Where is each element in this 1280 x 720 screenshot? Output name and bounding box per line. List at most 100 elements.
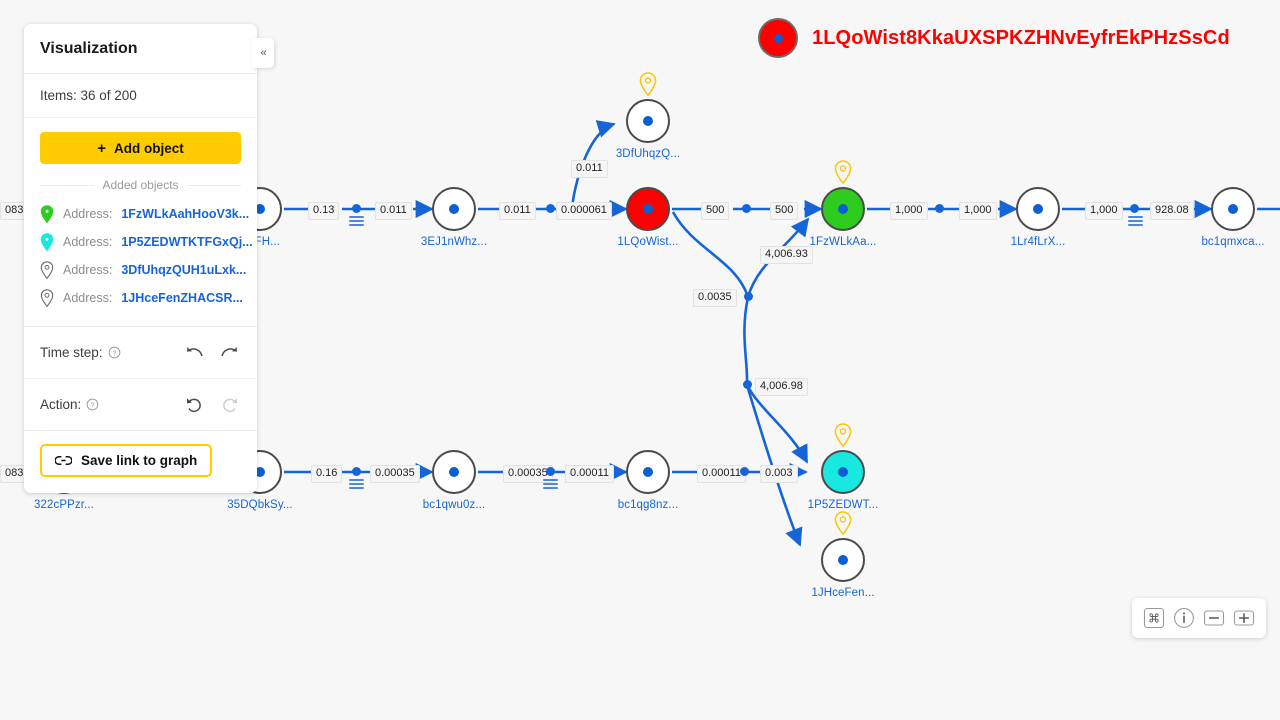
time-step-back-button[interactable]: [183, 342, 209, 364]
added-address-row[interactable]: Address: 3DfUhqzQUH1uLxk...: [40, 256, 246, 284]
edge-value-label[interactable]: 1,000: [890, 202, 928, 220]
node-map-pin-icon[interactable]: [834, 511, 852, 536]
edge-value-label[interactable]: 0.003: [760, 465, 798, 483]
address-label: Address:: [63, 263, 113, 277]
graph-node-label[interactable]: 1Lr4fLrX...: [963, 236, 1113, 248]
zoom-in-icon[interactable]: [1232, 606, 1256, 630]
graph-node[interactable]: [432, 187, 476, 231]
added-address-list: Address: 1FzWLkAahHooV3k... Address: 1P5ZED…: [24, 198, 257, 326]
multi-transaction-icon[interactable]: [349, 216, 364, 227]
edge-value-label[interactable]: 0.13: [308, 202, 340, 220]
edge-value-label[interactable]: 0.00011: [697, 465, 746, 483]
added-address-row[interactable]: Address: 1JHceFenZHACSR...: [40, 284, 243, 312]
zoom-out-icon[interactable]: [1202, 606, 1226, 630]
graph-node[interactable]: [626, 99, 670, 143]
edge-midpoint-dot[interactable]: [546, 467, 555, 476]
graph-node[interactable]: [626, 187, 670, 231]
edge-value-label[interactable]: 928.08: [1150, 202, 1194, 220]
graph-node-label[interactable]: bc1qg8nz...: [573, 499, 723, 511]
graph-node-label[interactable]: 3EJ1nWhz...: [379, 236, 529, 248]
edge-value-label[interactable]: 1,000: [1085, 202, 1123, 220]
add-object-label: Add object: [114, 140, 184, 156]
panel-items-count-row: Items: 36 of 200: [24, 74, 257, 118]
edge-value-label[interactable]: 0.011: [499, 202, 536, 220]
visualization-panel: Visualization Items: 36 of 200 + Add obj…: [24, 24, 257, 493]
help-icon[interactable]: ?: [86, 398, 99, 411]
graph-node[interactable]: [1211, 187, 1255, 231]
address-value-link[interactable]: 1P5ZEDWTKTFGxQj...: [121, 235, 252, 249]
edge-midpoint-dot[interactable]: [743, 380, 752, 389]
graph-node-label[interactable]: bc1qmxca...: [1158, 236, 1280, 248]
edge-midpoint-dot[interactable]: [935, 204, 944, 213]
node-map-pin-icon[interactable]: [639, 72, 657, 97]
edge-value-label[interactable]: 4,006.98: [755, 378, 808, 396]
redo-button[interactable]: [215, 394, 241, 416]
edge-value-label[interactable]: 1,000: [959, 202, 997, 220]
info-icon[interactable]: [1172, 606, 1196, 630]
graph-node[interactable]: [432, 450, 476, 494]
add-object-button[interactable]: + Add object: [40, 132, 241, 164]
graph-node[interactable]: [626, 450, 670, 494]
node-map-pin-icon[interactable]: [834, 423, 852, 448]
command-icon[interactable]: ⌘: [1142, 606, 1166, 630]
edge-value-label[interactable]: 0.16: [311, 465, 343, 483]
edge-midpoint-dot[interactable]: [352, 204, 361, 213]
time-step-forward-button[interactable]: [215, 342, 241, 364]
undo-button[interactable]: [183, 394, 209, 416]
graph-node-label[interactable]: 1LQoWist...: [573, 236, 723, 248]
graph-node[interactable]: [821, 450, 865, 494]
node-core-icon: [838, 204, 848, 214]
save-link-section: Save link to graph: [24, 431, 257, 493]
added-objects-divider: Added objects: [24, 164, 257, 198]
node-map-pin-icon[interactable]: [834, 160, 852, 185]
edge-midpoint-dot[interactable]: [740, 467, 749, 476]
save-link-to-graph-button[interactable]: Save link to graph: [40, 444, 213, 477]
multi-transaction-icon[interactable]: [349, 479, 364, 490]
help-icon[interactable]: ?: [108, 346, 121, 359]
page-title: 1LQoWist8KkaUXSPKZHNvEyfrEkPHzSsCd: [812, 26, 1230, 49]
edge-value-label[interactable]: 0.011: [571, 160, 608, 178]
graph-node[interactable]: [821, 538, 865, 582]
added-address-row[interactable]: Address: 1P5ZEDWTKTFGxQj...: [40, 228, 253, 256]
edge-midpoint-dot[interactable]: [352, 467, 361, 476]
edge-midpoint-dot[interactable]: [546, 204, 555, 213]
address-value-link[interactable]: 1FzWLkAahHooV3k...: [121, 207, 249, 221]
edge-value-label[interactable]: 0.00035: [370, 465, 420, 483]
address-value-link[interactable]: 1JHceFenZHACSR...: [121, 291, 243, 305]
items-count: Items: 36 of 200: [40, 88, 137, 103]
edge-midpoint-dot[interactable]: [744, 292, 753, 301]
node-core-icon: [773, 33, 783, 43]
added-address-row[interactable]: Address: 1FzWLkAahHooV3k...: [40, 200, 249, 228]
edge-midpoint-dot[interactable]: [742, 204, 751, 213]
multi-transaction-icon[interactable]: [1128, 216, 1143, 227]
node-core-icon: [449, 204, 459, 214]
edge-midpoint-dot[interactable]: [1130, 204, 1139, 213]
edge-value-label[interactable]: 500: [701, 202, 730, 220]
graph-node-label[interactable]: bc1qwu0z...: [379, 499, 529, 511]
edge-value-label[interactable]: 0.000061: [556, 202, 612, 220]
edge-value-label[interactable]: 0.0035: [693, 289, 737, 307]
edge-value-label[interactable]: 4,006.93: [760, 246, 813, 264]
time-step-row: Time step: ?: [24, 327, 257, 379]
graph-node-label[interactable]: 3DfUhqzQ...: [573, 148, 723, 160]
graph-node-label[interactable]: 1P5ZEDWT...: [768, 499, 918, 511]
panel-header: Visualization: [24, 24, 257, 74]
multi-transaction-icon[interactable]: [543, 479, 558, 490]
added-objects-label: Added objects: [102, 178, 179, 192]
graph-node-label[interactable]: 1JHceFen...: [768, 587, 918, 599]
graph-node-label[interactable]: 322cPPzr...: [0, 499, 139, 511]
graph-node-label[interactable]: 35DQbkSy...: [185, 499, 335, 511]
edge-value-label[interactable]: 500: [770, 202, 799, 220]
address-label: Address:: [63, 235, 113, 249]
graph-node[interactable]: [821, 187, 865, 231]
svg-text:?: ?: [112, 350, 116, 357]
edge-value-label[interactable]: 0.00011: [565, 465, 614, 483]
svg-text:⌘: ⌘: [1148, 612, 1160, 626]
collapse-panel-button[interactable]: «: [252, 38, 274, 68]
graph-node[interactable]: [1016, 187, 1060, 231]
divider-line-right: [186, 184, 241, 186]
address-label: Address:: [63, 207, 113, 221]
edge-value-label[interactable]: 0.011: [375, 202, 412, 220]
address-value-link[interactable]: 3DfUhqzQUH1uLxk...: [121, 263, 246, 277]
node-core-icon: [643, 204, 653, 214]
